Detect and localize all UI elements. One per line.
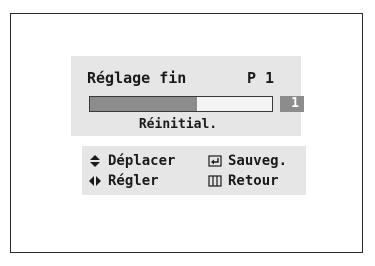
menu-title: Réglage fin — [87, 69, 187, 87]
left-right-arrows-icon — [88, 174, 102, 188]
help-panel: Déplacer Sauveg. Régler Retour — [82, 146, 306, 195]
program-number: P 1 — [247, 69, 275, 87]
help-back: Retour — [208, 172, 279, 190]
return-icon — [208, 174, 222, 188]
reset-button[interactable]: Réinitial. — [71, 117, 301, 133]
help-move-label: Déplacer — [108, 153, 176, 169]
up-down-arrows-icon — [88, 154, 102, 168]
fine-tune-slider[interactable] — [89, 96, 273, 112]
fine-tune-value: 1 — [280, 96, 304, 112]
help-back-label: Retour — [228, 173, 279, 189]
help-move: Déplacer — [88, 152, 175, 170]
help-adjust: Régler — [88, 172, 159, 190]
help-save-label: Sauveg. — [228, 153, 288, 169]
help-adjust-label: Régler — [108, 173, 159, 189]
enter-icon — [208, 154, 222, 168]
fine-tune-panel: Réglage fin P 1 1 Réinitial. — [71, 56, 304, 136]
help-save: Sauveg. — [208, 152, 287, 170]
fine-tune-slider-fill — [90, 97, 198, 111]
